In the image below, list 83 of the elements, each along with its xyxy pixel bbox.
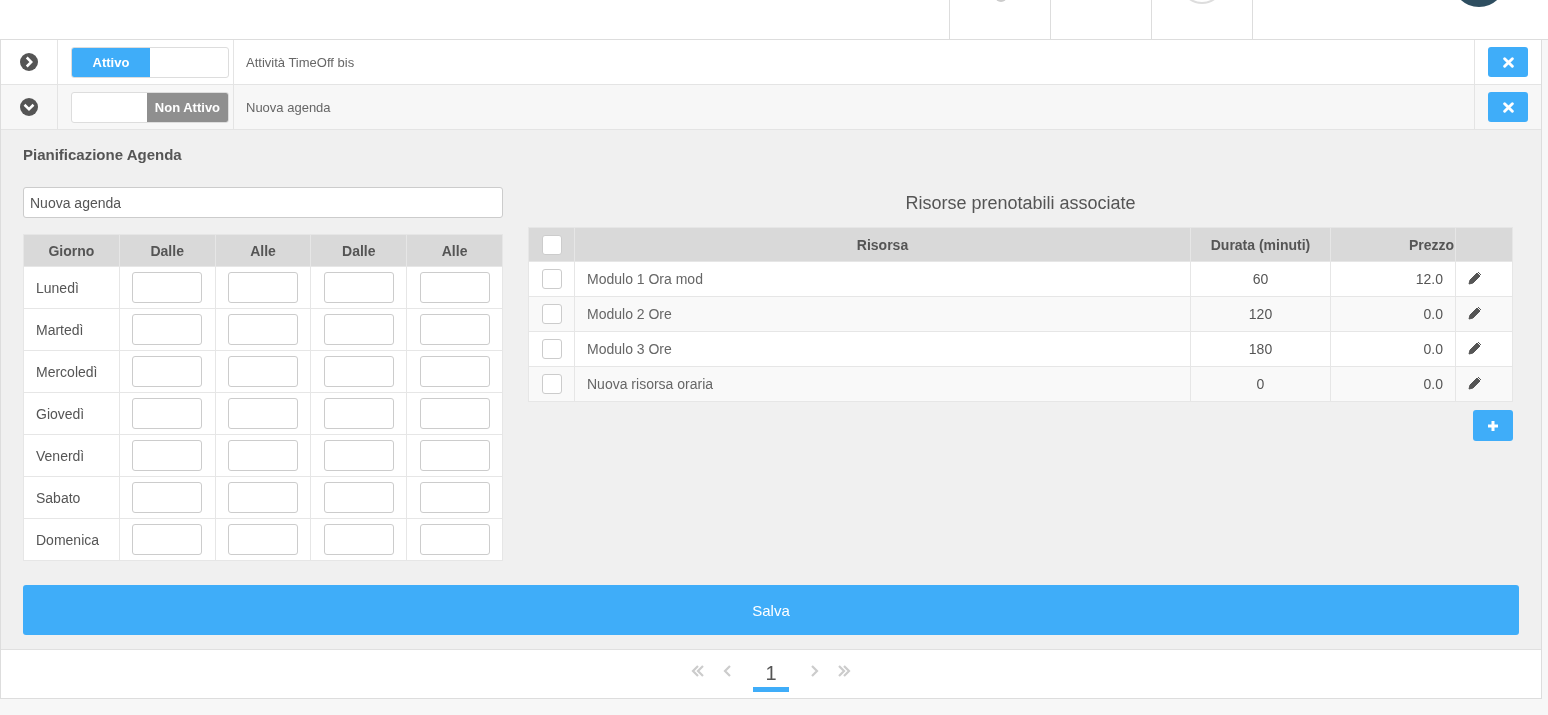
time-field[interactable] [419,356,490,387]
time-field[interactable] [323,440,394,471]
first-page-icon[interactable] [691,664,706,678]
time-field[interactable] [132,440,203,471]
time-field[interactable] [228,314,298,345]
column-header: Alle [215,234,311,267]
time-field[interactable] [228,482,298,513]
resource-name: Modulo 1 Ora mod [587,271,703,287]
checkbox[interactable] [541,234,562,255]
time-field[interactable] [419,524,490,555]
day-cell: Mercoledì [23,350,120,393]
time-field[interactable] [132,398,203,429]
plus-icon [1487,419,1499,432]
time-field[interactable] [132,314,203,345]
column-header: Risorsa [574,227,1191,262]
time-field[interactable] [419,440,490,471]
edit-icon[interactable] [1468,375,1482,390]
duration-cell: 180 [1190,331,1331,367]
day-cell: Domenica [23,518,120,561]
close-icon [1502,56,1514,68]
edit-icon[interactable] [1468,305,1482,320]
checkbox[interactable] [541,304,562,324]
time-field[interactable] [228,272,298,303]
time-field[interactable] [228,356,298,387]
column-header: Prezzo [1330,227,1456,262]
save-button[interactable]: Salva [23,585,1519,635]
price-cell: 0.0 [1330,331,1456,367]
time-field[interactable] [419,314,490,345]
last-page-icon[interactable] [836,664,851,678]
time-field[interactable] [228,440,298,471]
edit-icon[interactable] [1468,340,1482,355]
agenda-name: Attività TimeOff bis [246,54,355,70]
time-field[interactable] [419,398,490,429]
column-header: Dalle [310,234,407,267]
time-field[interactable] [323,272,394,303]
day-cell: Sabato [23,476,120,519]
price-cell: 0.0 [1330,296,1456,332]
price-cell: 12.0 [1330,261,1456,297]
resource-name: Nuova risorsa oraria [587,376,714,392]
time-field[interactable] [323,356,394,387]
status-toggle[interactable]: Attivo [71,46,229,78]
time-field[interactable] [323,524,394,555]
day-cell: Venerdì [23,434,120,477]
checkbox[interactable] [541,339,562,359]
delete-button[interactable] [1488,92,1528,122]
status-toggle[interactable]: Non Attivo [71,91,229,123]
column-header: Alle [406,234,503,267]
checkbox[interactable] [541,269,562,289]
time-field[interactable] [419,482,490,513]
agenda-name-field[interactable]: Nuova agenda [23,187,503,218]
edit-icon[interactable] [1468,270,1482,285]
column-header: Giorno [23,234,120,267]
day-cell: Giovedì [23,392,120,435]
time-field[interactable] [132,482,203,513]
time-field[interactable] [132,272,203,303]
chevron-down-icon[interactable] [20,98,38,116]
section-title: Risorse prenotabili associate [904,193,1137,214]
price-cell: 0.0 [1330,366,1456,402]
page-number[interactable]: 1 [753,660,789,692]
resource-name: Modulo 3 Ore [587,341,672,357]
agenda-name: Nuova agenda [246,99,331,115]
add-button[interactable] [1473,410,1513,441]
column-header: Dalle [119,234,216,267]
chevron-right-icon[interactable] [20,53,38,71]
section-title: Pianificazione Agenda [23,146,183,163]
time-field[interactable] [228,524,298,555]
column-header: Durata (minuti) [1190,227,1331,262]
duration-cell: 120 [1190,296,1331,332]
time-field[interactable] [228,398,298,429]
resource-name: Modulo 2 Ore [587,306,672,322]
checkbox[interactable] [541,374,562,394]
duration-cell: 0 [1190,366,1331,402]
time-field[interactable] [132,524,203,555]
time-field[interactable] [323,398,394,429]
delete-button[interactable] [1488,47,1528,77]
time-field[interactable] [419,272,490,303]
day-cell: Lunedì [23,266,120,309]
close-icon [1502,101,1514,113]
time-field[interactable] [323,482,394,513]
duration-cell: 60 [1190,261,1331,297]
time-field[interactable] [323,314,394,345]
time-field[interactable] [132,356,203,387]
day-cell: Martedì [23,308,120,351]
